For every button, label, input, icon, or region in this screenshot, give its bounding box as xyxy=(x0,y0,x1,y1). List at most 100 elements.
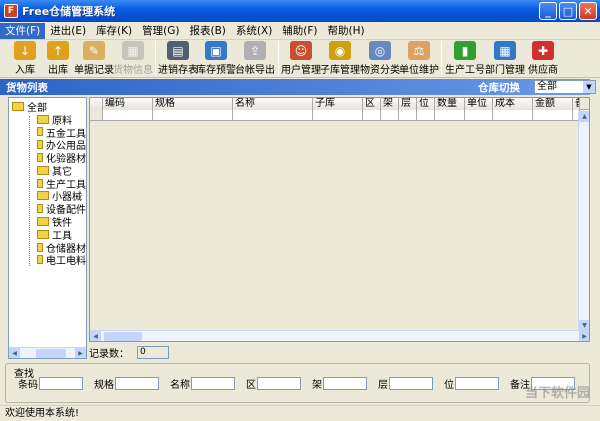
search-input[interactable] xyxy=(191,377,235,390)
menu-help[interactable]: 帮助(H) xyxy=(323,23,370,39)
folder-icon xyxy=(37,255,43,265)
menu-manage[interactable]: 管理(G) xyxy=(137,23,184,39)
menu-stock[interactable]: 库存(K) xyxy=(91,23,137,39)
column-header[interactable]: 成本 xyxy=(493,98,533,110)
folder-icon xyxy=(37,178,43,188)
toolbar-button-worker[interactable]: ▮ 生产工号 xyxy=(445,40,485,76)
search-field-label: 条码 xyxy=(18,380,38,391)
column-header[interactable]: 单位 xyxy=(465,98,493,110)
scroll-left-icon[interactable]: ◀ xyxy=(90,330,101,341)
tree-item[interactable]: 铁件 xyxy=(9,215,86,229)
toolbar-button-record[interactable]: ✎ 单据记录 xyxy=(74,40,114,76)
toolbar: ↓ 入库 ↑ 出库 ✎ 单据记录 ▦ 货物信息 ▤ 进销存表 ▣ 库存预警 ⇪ 台帐导出 ☺ 用户管理 ◉ 子库管… xyxy=(0,40,600,78)
column-header[interactable] xyxy=(90,98,103,110)
warehouse-select-value: 全部 xyxy=(537,81,557,92)
column-header[interactable]: 子库 xyxy=(313,98,363,110)
toolbar-button-category[interactable]: ◎ 物资分类 xyxy=(360,40,400,76)
folder-icon xyxy=(37,140,43,150)
column-header[interactable]: 名称 xyxy=(233,98,313,110)
folder-icon xyxy=(37,229,49,239)
column-header[interactable]: 区 xyxy=(363,98,381,110)
search-input[interactable] xyxy=(39,377,83,390)
scroll-up-icon[interactable]: ▲ xyxy=(579,111,589,122)
menu-assist[interactable]: 辅助(F) xyxy=(277,23,322,39)
close-button[interactable]: ✕ xyxy=(579,2,597,20)
minimize-button[interactable]: _ xyxy=(539,2,557,20)
goods-grid[interactable]: 编码规格名称子库区架层位数量单位成本金额备 ▲ ▼ ◀ ▶ xyxy=(89,97,590,342)
grid-vertical-scrollbar[interactable]: ▲ ▼ xyxy=(578,111,589,331)
scroll-left-icon[interactable]: ◀ xyxy=(9,347,20,358)
scroll-right-icon[interactable]: ▶ xyxy=(75,347,86,358)
scroll-right-icon[interactable]: ▶ xyxy=(579,330,589,341)
search-field: 位 xyxy=(444,376,499,391)
search-input[interactable] xyxy=(389,377,433,390)
scroll-thumb[interactable] xyxy=(104,331,142,341)
toolbar-button-inbound[interactable]: ↓ 入库 xyxy=(8,40,42,76)
table-row[interactable] xyxy=(90,110,589,121)
table-cell[interactable] xyxy=(399,110,417,121)
maximize-button[interactable]: □ xyxy=(559,2,577,20)
column-header[interactable]: 备 xyxy=(573,98,580,110)
toolbar-button-department[interactable]: ▦ 部门管理 xyxy=(485,40,525,76)
department-icon: ▦ xyxy=(494,41,516,60)
column-header[interactable]: 金额 xyxy=(533,98,573,110)
toolbar-button-storage[interactable]: ◉ 子库管理 xyxy=(320,40,360,76)
menu-report[interactable]: 报表(B) xyxy=(185,23,231,39)
table-cell[interactable] xyxy=(313,110,363,121)
tree-item[interactable]: 电工电料 xyxy=(9,254,86,267)
category-tree[interactable]: 全部 原料 五金工具 办公用品 化验器材 其它 生产工具 小器械 设备配件 铁件 工具 仓储器材 电工… xyxy=(8,97,87,359)
column-header[interactable]: 规格 xyxy=(153,98,233,110)
grid-horizontal-scrollbar[interactable]: ◀ ▶ xyxy=(90,330,589,341)
tree-item[interactable]: 化验器材 xyxy=(9,151,86,165)
toolbar-button-user[interactable]: ☺ 用户管理 xyxy=(281,40,321,76)
search-field: 规格 xyxy=(94,376,159,391)
table-cell[interactable] xyxy=(381,110,399,121)
table-cell[interactable] xyxy=(465,110,493,121)
tree-item-root[interactable]: 全部 xyxy=(9,100,86,114)
folder-icon xyxy=(12,101,24,111)
table-cell[interactable] xyxy=(417,110,435,121)
tree-item[interactable]: 设备配件 xyxy=(9,202,86,216)
search-input[interactable] xyxy=(323,377,367,390)
toolbar-label: 出库 xyxy=(48,65,68,76)
toolbar-button-export[interactable]: ⇪ 台帐导出 xyxy=(235,40,275,76)
monitor-icon: ▣ xyxy=(205,41,227,60)
table-cell[interactable] xyxy=(153,110,233,121)
search-input[interactable] xyxy=(257,377,301,390)
column-header[interactable]: 架 xyxy=(381,98,399,110)
table-cell[interactable] xyxy=(363,110,381,121)
table-cell[interactable] xyxy=(90,110,103,121)
toolbar-label: 单据记录 xyxy=(74,65,114,76)
outbound-icon: ↑ xyxy=(47,41,69,60)
search-input[interactable] xyxy=(115,377,159,390)
table-cell[interactable] xyxy=(533,110,573,121)
toolbar-label: 用户管理 xyxy=(281,65,321,76)
column-header[interactable]: 编码 xyxy=(103,98,153,110)
table-cell[interactable] xyxy=(435,110,465,121)
chevron-down-icon[interactable]: ▼ xyxy=(583,81,595,93)
menu-in-out[interactable]: 进出(E) xyxy=(45,23,91,39)
search-field-label: 规格 xyxy=(94,380,114,391)
menu-system[interactable]: 系统(X) xyxy=(231,23,277,39)
toolbar-button-outbound[interactable]: ↑ 出库 xyxy=(42,40,74,76)
scroll-thumb[interactable] xyxy=(36,348,66,358)
warehouse-select[interactable]: 全部 ▼ xyxy=(534,80,596,94)
menu-file[interactable]: 文件(F) xyxy=(0,22,46,39)
record-count: 记录数： 0 xyxy=(89,345,169,360)
search-input[interactable] xyxy=(455,377,499,390)
column-header[interactable]: 位 xyxy=(417,98,435,110)
toolbar-button-chart[interactable]: ▤ 进销存表 xyxy=(158,40,198,76)
toolbar-button-goods: ▦ 货物信息 xyxy=(113,40,153,76)
column-header[interactable]: 数量 xyxy=(435,98,465,110)
toolbar-button-unit[interactable]: ⚖ 单位维护 xyxy=(399,40,439,76)
table-cell[interactable] xyxy=(103,110,153,121)
warehouse-switch-label: 仓库切换 xyxy=(478,82,520,94)
table-cell[interactable] xyxy=(493,110,533,121)
column-header[interactable]: 层 xyxy=(399,98,417,110)
goods-list-header: 货物列表 仓库切换 xyxy=(0,79,590,95)
toolbar-button-supplier[interactable]: ✚ 供应商 xyxy=(525,40,561,76)
tree-horizontal-scrollbar[interactable]: ◀ ▶ xyxy=(9,347,86,358)
toolbar-button-monitor[interactable]: ▣ 库存预警 xyxy=(196,40,236,76)
table-cell[interactable] xyxy=(233,110,313,121)
search-field: 条码 xyxy=(18,376,83,391)
